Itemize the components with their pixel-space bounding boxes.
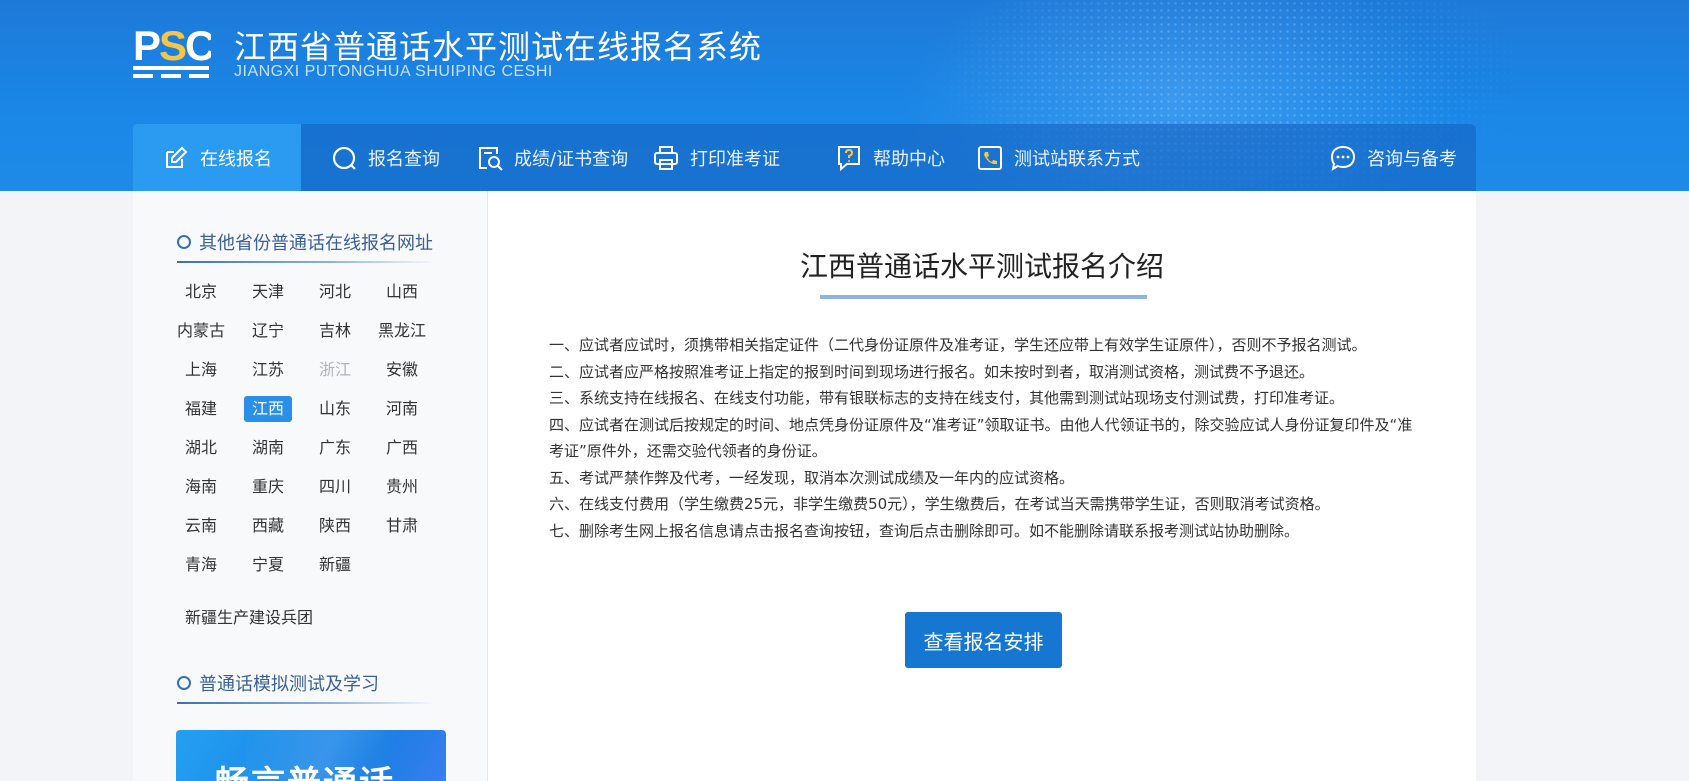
province-link[interactable]: 福建 <box>177 396 225 422</box>
psc-logo[interactable]: P S C <box>133 24 211 80</box>
view-registration-schedule-button[interactable]: 查看报名安排 <box>905 612 1062 668</box>
province-link[interactable]: 浙江 <box>311 357 359 383</box>
province-link[interactable]: 广西 <box>378 435 426 461</box>
chat-bubble-icon <box>1330 145 1356 171</box>
province-link[interactable]: 新疆 <box>311 552 359 578</box>
notice-item: 一、应试者应试时，须携带相关指定证件（二代身份证原件及准考证，学生还应带上有效学… <box>549 336 1367 354</box>
province-link[interactable]: 贵州 <box>378 474 426 500</box>
study-heading-label: 普通话模拟测试及学习 <box>199 674 379 695</box>
province-link[interactable]: 江西 <box>244 396 292 422</box>
nav-label: 报名查询 <box>368 148 440 170</box>
svg-text:P: P <box>133 24 161 69</box>
heading-underline <box>177 261 435 263</box>
help-icon <box>838 145 860 171</box>
main-nav: 在线报名 报名查询 成绩/证书查询 打印准考证 帮助中心 测试站联系方式 咨询与… <box>133 124 1476 191</box>
nav-consult-prepare[interactable]: 咨询与备考 <box>1329 124 1457 191</box>
provinces-heading: 其他省份普通话在线报名网址 <box>177 229 433 255</box>
notice-item: 五、考试严禁作弊及代考，一经发现，取消本次测试成绩及一年内的应试资格。 <box>549 468 1075 487</box>
printer-icon <box>654 145 678 170</box>
provinces-heading-label: 其他省份普通话在线报名网址 <box>199 233 433 254</box>
province-link[interactable]: 安徽 <box>378 357 426 383</box>
province-link[interactable]: 北京 <box>177 279 225 305</box>
site-header: P S C 江西省普通话水平测试在线报名系统 JIANGXI PUTONGHUA… <box>0 0 1689 191</box>
province-link[interactable]: 江苏 <box>244 357 292 383</box>
province-link[interactable]: 广东 <box>311 435 359 461</box>
notice-item: 四、应试者在测试后按规定的时间、地点凭身份证原件及“准考证”领取证书。由他人代领… <box>549 415 1413 461</box>
search-icon <box>332 146 356 170</box>
svg-text:S: S <box>159 24 187 69</box>
province-link[interactable]: 河北 <box>311 279 359 305</box>
contact-phone-icon <box>978 145 1002 170</box>
nav-print-admission-ticket[interactable]: 打印准考证 <box>652 124 780 191</box>
nav-label: 打印准考证 <box>690 148 780 170</box>
province-link[interactable]: 四川 <box>311 474 359 500</box>
province-link[interactable]: 陕西 <box>311 513 359 539</box>
svg-text:C: C <box>185 24 211 69</box>
province-link[interactable]: 河南 <box>378 396 426 422</box>
notice-item: 三、系统支持在线报名、在线支付功能，带有银联标志的支持在线支付，其他需到测试站现… <box>549 389 1345 407</box>
nav-help-center[interactable]: 帮助中心 <box>835 124 945 191</box>
site-subtitle: JIANGXI PUTONGHUA SHUIPING CESHI <box>234 63 553 80</box>
nav-score-certificate-query[interactable]: 成绩/证书查询 <box>476 124 628 191</box>
study-heading: 普通话模拟测试及学习 <box>177 670 379 696</box>
province-link[interactable]: 天津 <box>244 279 292 305</box>
site-title: 江西省普通话水平测试在线报名系统 <box>234 28 763 66</box>
main-content: 江西普通话水平测试报名介绍 一、应试者应试时，须携带相关指定证件（二代身份证原件… <box>488 191 1476 781</box>
registration-notice: 一、应试者应试时，须携带相关指定证件（二代身份证原件及准考证，学生还应带上有效学… <box>549 332 1419 544</box>
province-link[interactable]: 青海 <box>177 552 225 578</box>
edit-icon <box>166 146 188 168</box>
province-link[interactable]: 黑龙江 <box>378 318 426 344</box>
banner-text: 畅言普通话 <box>215 756 395 781</box>
sidebar: 其他省份普通话在线报名网址 北京 天津 河北 山西内蒙古 辽宁 吉林 黑龙江上海 江苏 浙江 安徽… <box>133 191 488 781</box>
province-link[interactable]: 湖南 <box>244 435 292 461</box>
province-link[interactable]: 湖北 <box>177 435 225 461</box>
nav-label: 帮助中心 <box>873 148 945 170</box>
title-underline <box>820 295 1147 299</box>
nav-label: 咨询与备考 <box>1367 148 1457 170</box>
nav-registration-query[interactable]: 报名查询 <box>330 124 440 191</box>
province-link[interactable]: 山东 <box>311 396 359 422</box>
province-link[interactable]: 辽宁 <box>244 318 292 344</box>
circle-bullet-icon <box>177 676 191 690</box>
province-link[interactable]: 宁夏 <box>244 552 292 578</box>
notice-item: 二、应试者应严格按照准考证上指定的报到时间到现场进行报名。如未按时到者，取消测试… <box>549 362 1315 381</box>
nav-label: 成绩/证书查询 <box>514 148 629 170</box>
province-link[interactable]: 海南 <box>177 474 225 500</box>
changyan-putonghua-banner[interactable]: 畅言普通话 <box>176 730 446 781</box>
notice-item: 七、删除考生网上报名信息请点击报名查询按钮，查询后点击删除即可。如不能删除请联系… <box>549 521 1300 540</box>
page-title: 江西普通话水平测试报名介绍 <box>799 250 1164 283</box>
heading-underline <box>177 702 435 704</box>
notice-item: 六、在线支付费用（学生缴费25元，非学生缴费50元），学生缴费后，在考试当天需携… <box>549 495 1330 513</box>
province-link[interactable]: 内蒙古 <box>177 318 225 344</box>
circle-bullet-icon <box>177 235 191 249</box>
province-link-xinjiang-corps[interactable]: 新疆生产建设兵团 <box>185 604 313 628</box>
certificate-search-icon <box>479 146 503 171</box>
province-link[interactable]: 甘肃 <box>378 513 426 539</box>
nav-test-station-contacts[interactable]: 测试站联系方式 <box>976 124 1140 191</box>
nav-online-registration[interactable]: 在线报名 <box>133 124 301 191</box>
province-link[interactable]: 吉林 <box>311 318 359 344</box>
province-link[interactable]: 山西 <box>378 279 426 305</box>
province-link[interactable]: 重庆 <box>244 474 292 500</box>
nav-label: 测试站联系方式 <box>1014 148 1140 170</box>
nav-label: 在线报名 <box>200 148 272 170</box>
province-link-grid: 北京 天津 河北 山西内蒙古 辽宁 吉林 黑龙江上海 江苏 浙江 安徽福建 江西 山东 河南湖北 湖南 广东… <box>177 279 447 591</box>
province-link[interactable]: 西藏 <box>244 513 292 539</box>
province-link[interactable]: 上海 <box>177 357 225 383</box>
province-link[interactable]: 云南 <box>177 513 225 539</box>
